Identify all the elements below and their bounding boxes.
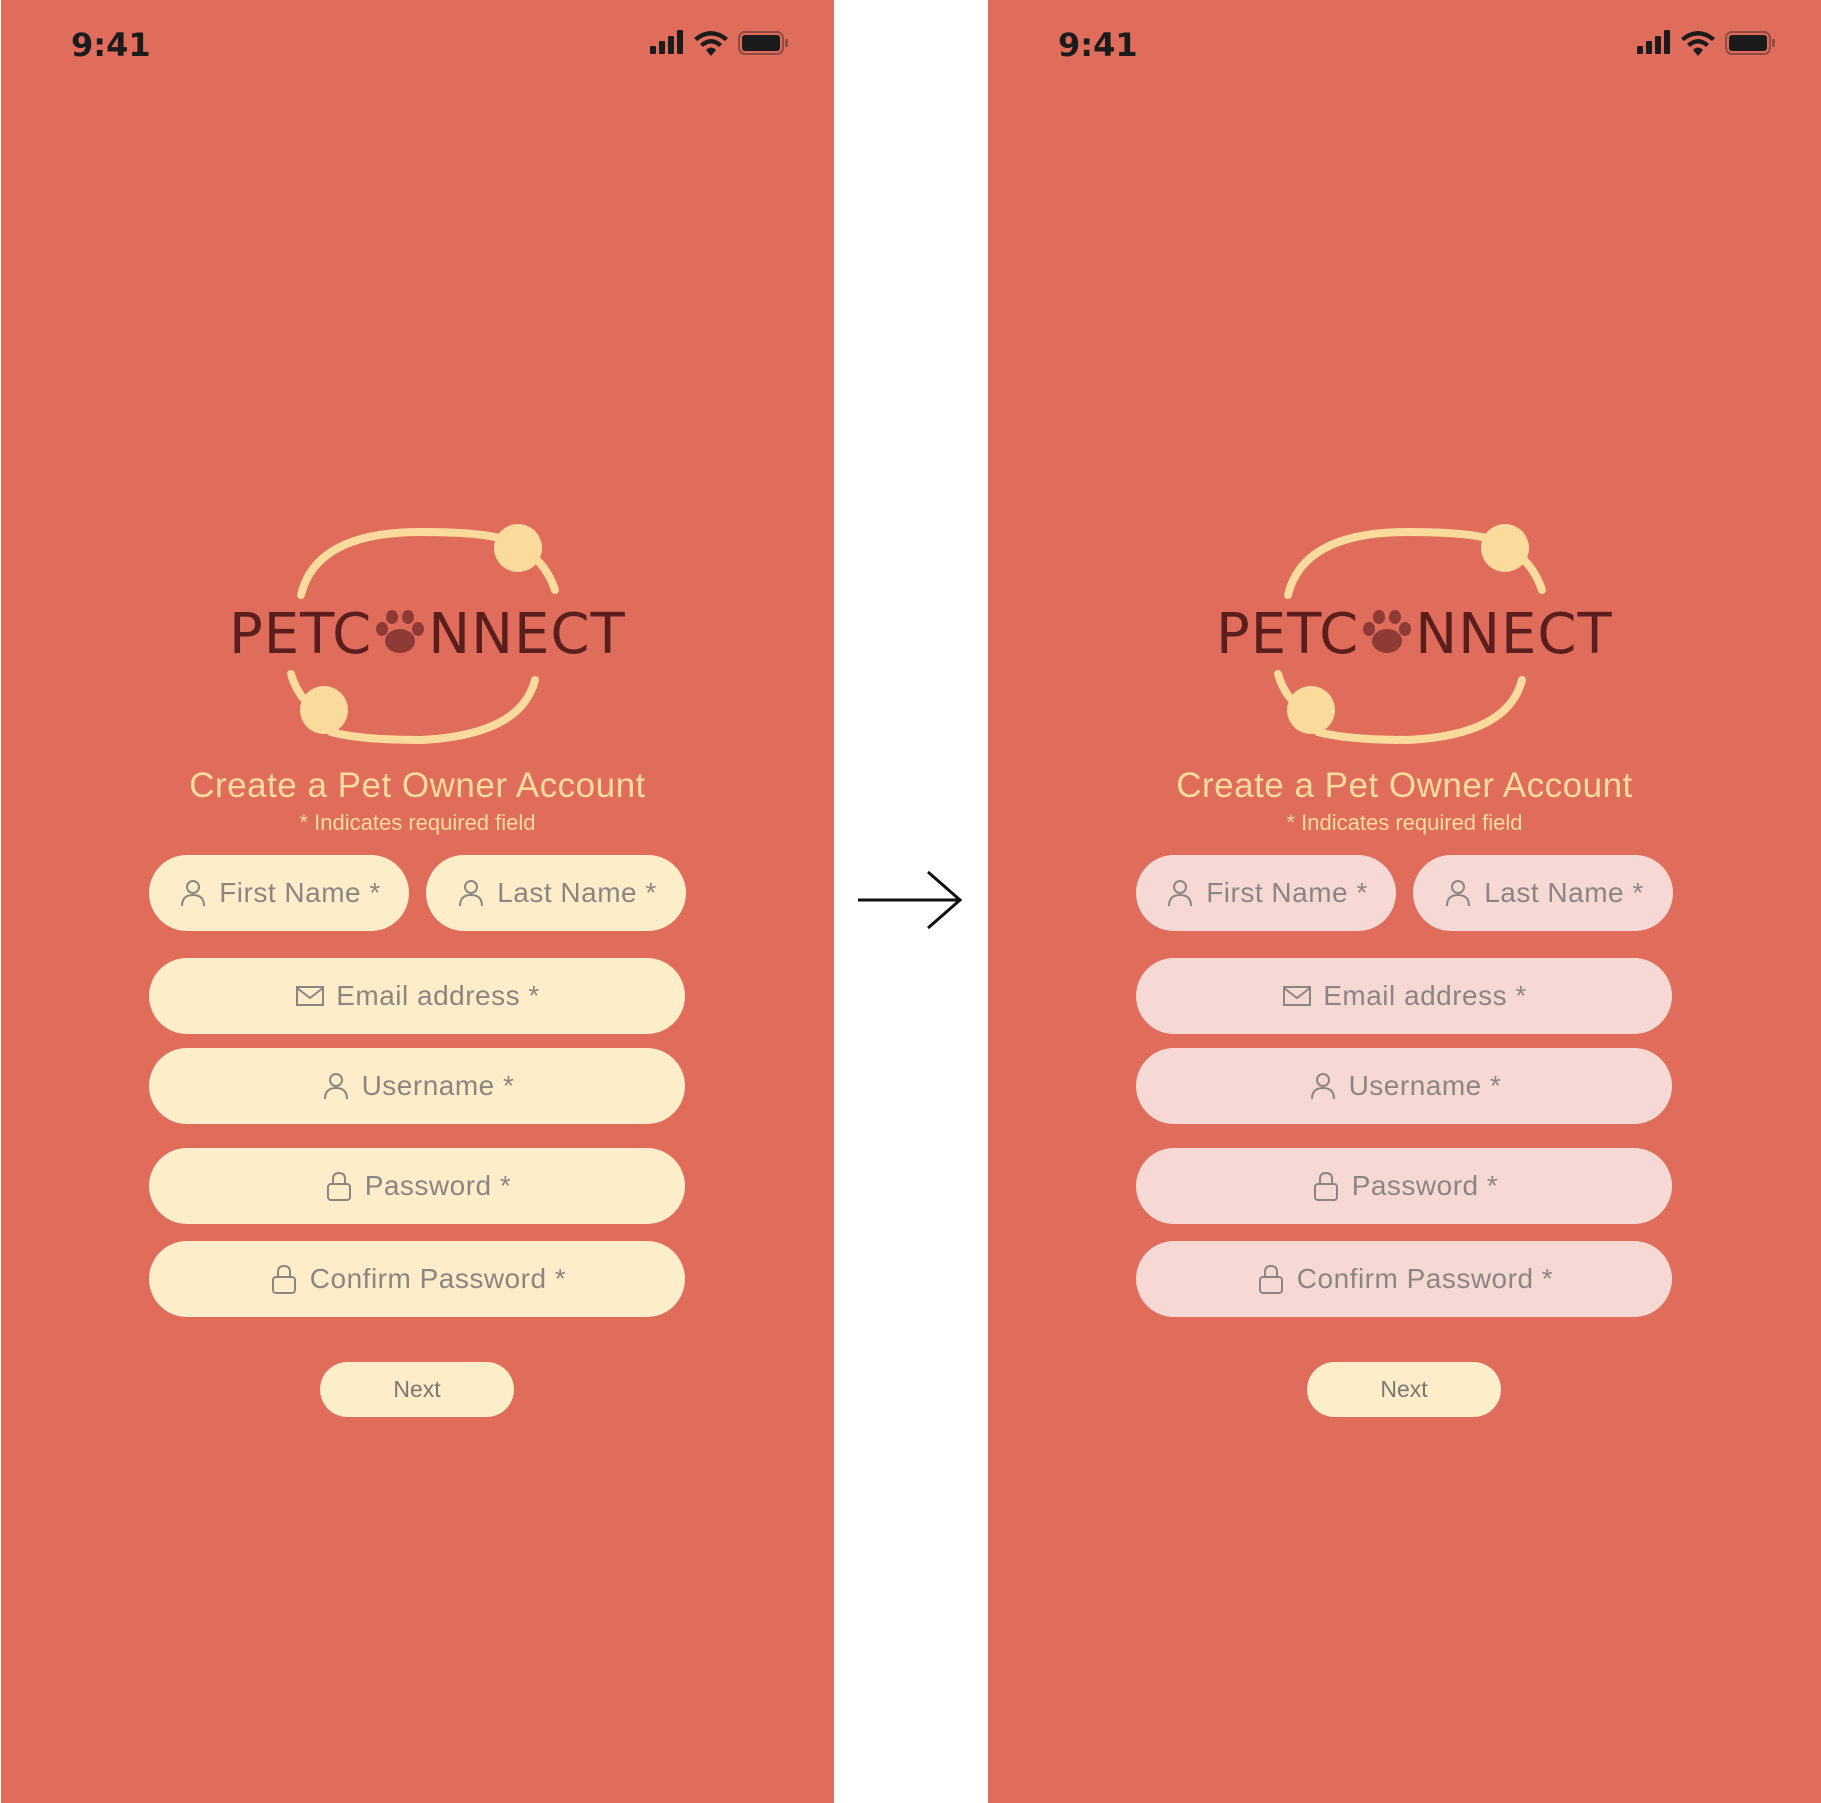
- arrow-right-icon: [856, 870, 966, 930]
- petconnect-logo: PETC NNECT: [1208, 520, 1612, 750]
- next-button[interactable]: Next: [320, 1362, 514, 1417]
- lock-icon: [268, 1263, 300, 1295]
- lock-icon: [1255, 1263, 1287, 1295]
- paw-icon: [372, 602, 428, 667]
- phone-screen-before: 9:41 PETC NNECT Create a Pet Owner Accoun: [1, 0, 834, 1803]
- status-bar: 9:41: [988, 0, 1821, 90]
- page-title: Create a Pet Owner Account: [1176, 766, 1633, 805]
- person-icon: [1307, 1070, 1339, 1102]
- phone-screen-after: 9:41 PETC NNECT Create a Pet Owner Accoun: [988, 0, 1821, 1803]
- first-name-field[interactable]: First Name *: [1136, 855, 1396, 931]
- mail-icon: [294, 980, 326, 1012]
- page-title: Create a Pet Owner Account: [189, 766, 646, 805]
- lock-icon: [323, 1170, 355, 1202]
- logo-text: PETC NNECT: [229, 602, 626, 667]
- status-bar: 9:41: [1, 0, 834, 90]
- battery-icon: [738, 30, 790, 60]
- person-icon: [455, 877, 487, 909]
- status-time: 9:41: [71, 26, 151, 64]
- confirm-password-field[interactable]: Confirm Password *: [1136, 1241, 1672, 1317]
- person-icon: [320, 1070, 352, 1102]
- logo-text: PETC NNECT: [1216, 602, 1613, 667]
- password-field[interactable]: Password *: [1136, 1148, 1672, 1224]
- mail-icon: [1281, 980, 1313, 1012]
- paw-icon: [1359, 602, 1415, 667]
- confirm-password-field[interactable]: Confirm Password *: [149, 1241, 685, 1317]
- username-field[interactable]: Username *: [1136, 1048, 1672, 1124]
- next-button[interactable]: Next: [1307, 1362, 1501, 1417]
- required-field-note: * Indicates required field: [299, 810, 536, 835]
- last-name-field[interactable]: Last Name *: [426, 855, 686, 931]
- lock-icon: [1310, 1170, 1342, 1202]
- battery-icon: [1725, 30, 1777, 60]
- petconnect-logo: PETC NNECT: [221, 520, 625, 750]
- first-name-field[interactable]: First Name *: [149, 855, 409, 931]
- person-icon: [1164, 877, 1196, 909]
- person-icon: [177, 877, 209, 909]
- wifi-icon: [1681, 30, 1715, 60]
- email-field[interactable]: Email address *: [149, 958, 685, 1034]
- username-field[interactable]: Username *: [149, 1048, 685, 1124]
- signal-icon: [650, 30, 686, 58]
- required-field-note: * Indicates required field: [1286, 810, 1523, 835]
- email-field[interactable]: Email address *: [1136, 958, 1672, 1034]
- wifi-icon: [694, 30, 728, 60]
- last-name-field[interactable]: Last Name *: [1413, 855, 1673, 931]
- status-time: 9:41: [1058, 26, 1138, 64]
- person-icon: [1442, 877, 1474, 909]
- signal-icon: [1637, 30, 1673, 58]
- password-field[interactable]: Password *: [149, 1148, 685, 1224]
